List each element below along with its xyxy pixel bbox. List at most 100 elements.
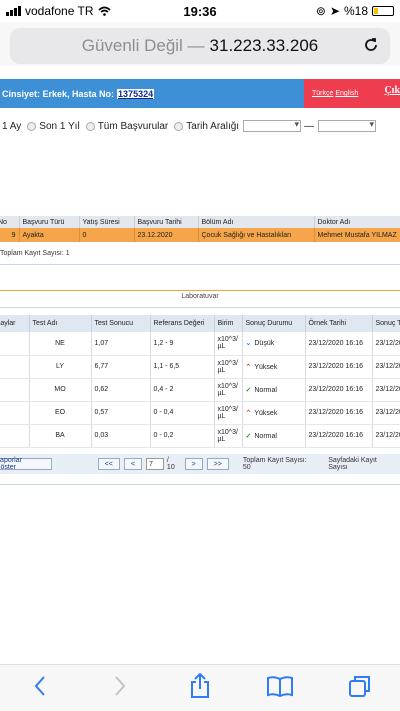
cell-status: ⌃ Yüksek [242, 401, 306, 425]
bookmarks-button[interactable] [265, 671, 295, 701]
date-end-select[interactable] [318, 119, 377, 132]
cell-unit: x10^3/µL [214, 401, 243, 425]
web-content: Cinsiyet: Erkek, Hasta No: 1375324 Türkç… [0, 66, 400, 664]
back-button[interactable] [25, 671, 55, 701]
reload-icon[interactable] [362, 36, 380, 54]
browser-toolbar [0, 664, 400, 711]
cell-ref: 0,4 - 2 [150, 378, 215, 402]
filter-son1yil[interactable]: Son 1 Yıl [39, 121, 79, 132]
patient-no-link[interactable]: 1375324 [117, 88, 155, 99]
cell-result: 0,03 [91, 424, 151, 448]
col-stay: Yatış Süresi [79, 216, 135, 228]
col-type: Başvuru Türü [19, 216, 80, 228]
chevron-right-icon [115, 676, 126, 696]
show-reports-button[interactable]: Raporlar Göster [0, 457, 52, 471]
table-row[interactable]: 9 Ayakta 0 23.12.2020 Çocuk Sağlığı ve H… [0, 228, 400, 242]
cell-ref: 1,2 - 9 [150, 332, 215, 356]
cell-approval [0, 424, 30, 448]
forward-button[interactable] [105, 671, 135, 701]
lang-en-link[interactable]: English [335, 90, 358, 97]
cell-sample: 23/12/2020 16:16 [305, 378, 373, 402]
filter-tum[interactable]: Tüm Başvurular [98, 121, 169, 132]
cell-approval [0, 332, 30, 356]
check-icon: ✓ [245, 432, 252, 440]
cell-result-date: 23/12/2020 [372, 332, 400, 356]
col-result-date: Sonuç Tarihi [372, 315, 400, 332]
filter-tarih[interactable]: Tarih Aralığı [186, 121, 239, 132]
filter-1ay[interactable]: 1 Ay [2, 121, 21, 132]
cell-result: 0,62 [91, 378, 151, 402]
cell-stay: 0 [79, 228, 135, 242]
cell-type: Ayakta [19, 228, 80, 242]
page-total: / 10 [166, 457, 175, 471]
cell-ref: 0 - 0,2 [150, 424, 215, 448]
next-page-button[interactable]: > [184, 458, 203, 470]
url-host: 31.223.33.206 [209, 36, 319, 55]
cell-result-date: 23/12/2020 [372, 355, 400, 379]
col-result: Test Sonucu [91, 315, 151, 332]
total-records: Toplam Kayıt Sayısı: 50 [242, 457, 307, 471]
cell-approval [0, 401, 30, 425]
cell-result: 1,07 [91, 332, 151, 356]
status-text: Yüksek [254, 409, 278, 417]
table-row[interactable]: NE 1,07 1,2 - 9 x10^3/µL ⌄ Düşük 23/12/20… [0, 332, 400, 356]
cell-result-date: 23/12/2020 [372, 401, 400, 425]
table-row[interactable]: BA 0,03 0 - 0,2 x10^3/µL ✓ Normal 23/12/2… [0, 424, 400, 448]
col-no: No [0, 216, 20, 228]
patient-prefix: Cinsiyet: Erkek, Hasta No: [2, 88, 115, 99]
cell-test: LY [29, 355, 92, 379]
table-row[interactable]: LY 6,77 1,1 - 6,5 x10^3/µL ⌃ Yüksek 23/12… [0, 355, 400, 379]
visits-count: Toplam Kayıt Sayısı: 1 [0, 250, 70, 257]
tabs-button[interactable] [345, 671, 375, 701]
radio-tum[interactable] [85, 121, 95, 131]
divider [0, 484, 400, 485]
col-approvals: Onaylar [0, 315, 30, 332]
col-dept: Bölüm Adı [198, 216, 315, 228]
battery-icon [372, 6, 394, 16]
chevron-left-icon [34, 676, 45, 696]
cell-ref: 0 - 0,4 [150, 401, 215, 425]
cell-test: EO [29, 401, 92, 425]
patient-info: Cinsiyet: Erkek, Hasta No: 1375324 [0, 79, 304, 108]
divider [0, 307, 400, 308]
lang-tr-link[interactable]: Türkçe [312, 90, 333, 97]
cell-approval [0, 378, 30, 402]
cell-unit: x10^3/µL [214, 332, 243, 356]
first-page-button[interactable]: << [97, 458, 120, 470]
cell-unit: x10^3/µL [214, 424, 243, 448]
radio-tarih[interactable] [174, 121, 184, 131]
status-text: Normal [254, 432, 277, 440]
status-text: Normal [254, 386, 277, 394]
col-status: Sonuç Durumu [242, 315, 306, 332]
lab-table: Onaylar Test Adı Test Sonucu Referans De… [0, 315, 400, 448]
clock: 19:36 [183, 3, 217, 19]
lab-header-row: Onaylar Test Adı Test Sonucu Referans De… [0, 315, 400, 332]
cell-sample: 23/12/2020 16:16 [305, 355, 373, 379]
cell-sample: 23/12/2020 16:16 [305, 424, 373, 448]
cell-result: 6,77 [91, 355, 151, 379]
lab-title: Laboratuvar [181, 293, 219, 300]
address-bar[interactable]: Güvenli Değil — 31.223.33.206 [10, 28, 390, 64]
date-start-select[interactable] [243, 119, 302, 132]
share-icon [191, 673, 209, 698]
divider [0, 290, 400, 291]
last-page-button[interactable]: >> [206, 458, 229, 470]
prev-page-button[interactable]: < [123, 458, 142, 470]
radio-son1yil[interactable] [27, 121, 37, 131]
cell-status: ⌄ Düşük [242, 332, 306, 356]
col-unit: Birim [214, 315, 243, 332]
exit-link[interactable]: Çık [384, 85, 400, 96]
status-text: Yüksek [254, 363, 278, 371]
cell-dept: Çocuk Sağlığı ve Hastalıkları [198, 228, 315, 242]
status-bar: vodafone TR 19:36 ⊚ ➤ %18 [0, 0, 400, 22]
table-row[interactable]: MO 0,62 0,4 - 2 x10^3/µL ✓ Normal 23/12/2… [0, 378, 400, 402]
arrow-up-icon: ⌃ [245, 409, 252, 417]
cell-status: ✓ Normal [242, 424, 306, 448]
security-label: Güvenli Değil — [81, 36, 205, 55]
table-row[interactable]: EO 0,57 0 - 0,4 x10^3/µL ⌃ Yüksek 23/12/2… [0, 401, 400, 425]
col-date: Başvuru Tarihi [134, 216, 199, 228]
cell-result-date: 23/12/2020 [372, 424, 400, 448]
page-input[interactable]: 7 [145, 458, 164, 470]
share-button[interactable] [185, 671, 215, 701]
col-doctor: Doktor Adı [314, 216, 400, 228]
